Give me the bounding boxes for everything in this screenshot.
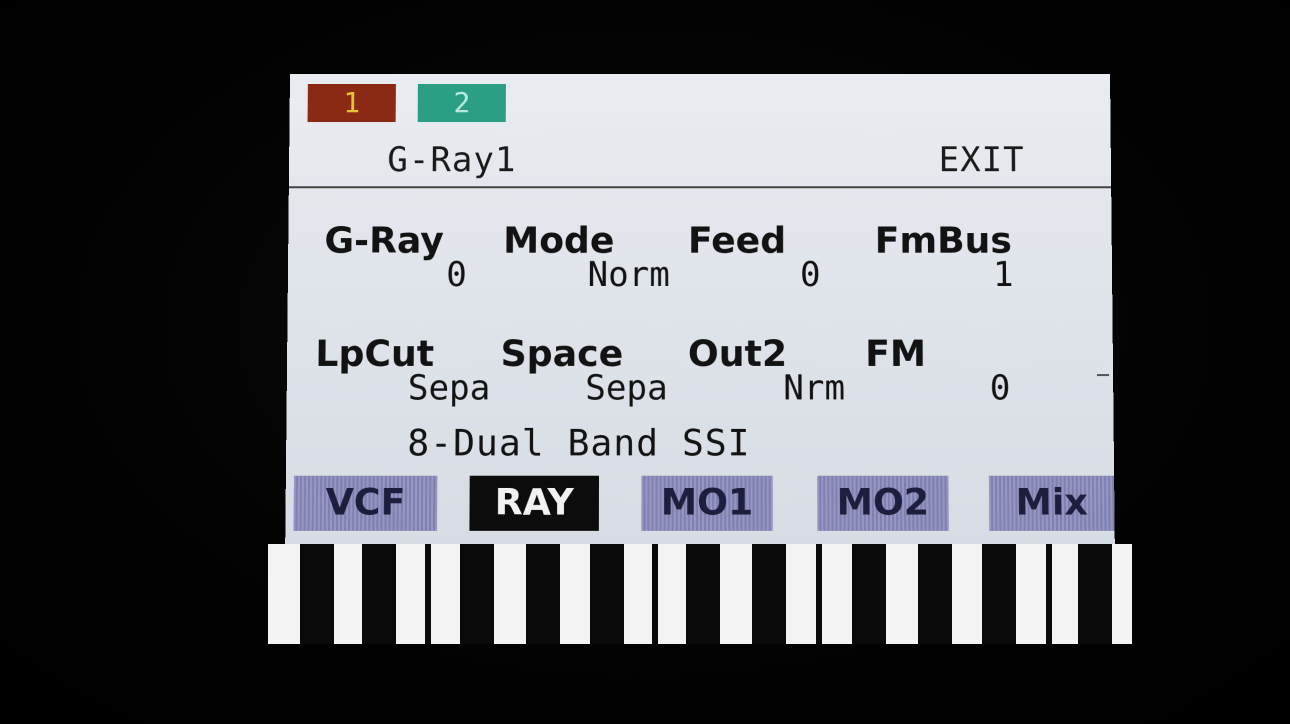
param-lpcut[interactable]: LpCut Sepa bbox=[315, 334, 507, 425]
lcd-screen: 1 2 G-Ray1 EXIT G-Ray 0 Mode Norm Feed 0… bbox=[285, 74, 1115, 552]
piano-key-black[interactable] bbox=[1078, 544, 1112, 644]
param-feed[interactable]: Feed 0 bbox=[688, 220, 879, 311]
param-mode[interactable]: Mode Norm bbox=[503, 220, 694, 311]
piano-key-divider bbox=[425, 544, 431, 644]
param-space[interactable]: Space Sepa bbox=[500, 334, 692, 425]
param-fm[interactable]: FM 0 bbox=[865, 334, 1027, 425]
tab-mix[interactable]: Mix bbox=[988, 475, 1115, 531]
param-label: Feed bbox=[687, 220, 787, 262]
piano-key-divider bbox=[1046, 544, 1052, 644]
tab-vcf[interactable]: VCF bbox=[293, 475, 438, 531]
param-value: Norm bbox=[587, 254, 670, 296]
param-value: 0 bbox=[989, 367, 1011, 409]
piano-key-black[interactable] bbox=[590, 544, 624, 644]
header-bar: 1 2 G-Ray1 EXIT bbox=[289, 74, 1111, 186]
param-value: 0 bbox=[446, 254, 467, 296]
piano-key-black[interactable] bbox=[526, 544, 560, 644]
piano-key-divider bbox=[652, 544, 658, 644]
scroll-indicator bbox=[1096, 374, 1110, 377]
param-fmbus[interactable]: FmBus 1 bbox=[875, 220, 1067, 311]
param-g-ray[interactable]: G-Ray 0 bbox=[324, 220, 516, 311]
param-label: G-Ray bbox=[324, 220, 444, 262]
piano-key-black[interactable] bbox=[982, 544, 1016, 644]
param-value: Nrm bbox=[783, 367, 846, 409]
preset-name: 8-Dual Band SSI bbox=[407, 422, 751, 465]
param-label: FmBus bbox=[874, 220, 1013, 262]
tab-mo1[interactable]: MO1 bbox=[641, 475, 773, 531]
piano-key-black[interactable] bbox=[852, 544, 886, 644]
page-tabs: VCF RAY MO1 MO2 Mix bbox=[285, 472, 1115, 535]
piano-key-black[interactable] bbox=[918, 544, 952, 644]
param-label: Out2 bbox=[687, 333, 788, 376]
exit-button[interactable]: EXIT bbox=[939, 140, 1025, 180]
header-divider bbox=[288, 186, 1112, 189]
param-label: FM bbox=[865, 333, 927, 376]
piano-key-black[interactable] bbox=[752, 544, 786, 644]
piano-key-black[interactable] bbox=[460, 544, 494, 644]
piano-key-black[interactable] bbox=[300, 544, 334, 644]
piano-keyboard bbox=[268, 544, 1132, 644]
page-title: G-Ray1 bbox=[387, 140, 517, 181]
piano-key-black[interactable] bbox=[686, 544, 720, 644]
track-2-tab[interactable]: 2 bbox=[417, 83, 506, 123]
param-value: 0 bbox=[799, 254, 821, 296]
param-out2[interactable]: Out2 Nrm bbox=[688, 334, 880, 425]
param-value: 1 bbox=[992, 254, 1014, 296]
tab-ray[interactable]: RAY bbox=[469, 475, 599, 531]
param-value: Sepa bbox=[585, 367, 668, 409]
param-value: Sepa bbox=[407, 367, 491, 409]
track-1-tab[interactable]: 1 bbox=[307, 83, 396, 123]
piano-key-black[interactable] bbox=[362, 544, 396, 644]
tab-mo2[interactable]: MO2 bbox=[817, 475, 949, 531]
piano-key-divider bbox=[816, 544, 822, 644]
